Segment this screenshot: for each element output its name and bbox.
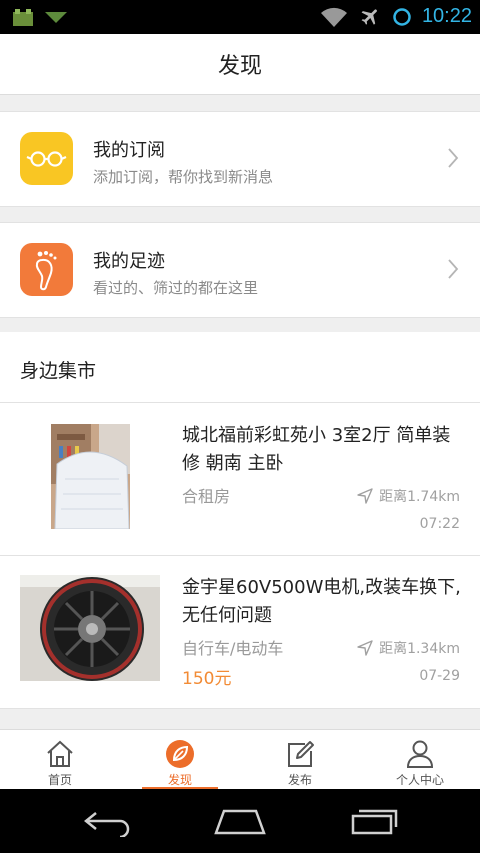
distance-text: 距离1.74km — [379, 489, 460, 505]
tab-label: 个人中心 — [395, 773, 444, 787]
clock: 10:22 — [421, 5, 472, 27]
listing-title: 金宇星60V500W电机,改装车换下,无任何问题 — [182, 577, 461, 626]
section-title: 身边集市 — [20, 360, 97, 382]
location-arrow-icon — [357, 488, 373, 504]
loading-circle-icon — [393, 7, 411, 26]
distance-text: 距离1.34km — [379, 641, 460, 657]
listing-distance: 距离1.34km — [357, 638, 460, 658]
listing-thumbnail — [20, 575, 160, 681]
listing-item[interactable]: 金宇星60V500W电机,改装车换下,无任何问题 自行车/电动车 距离1.34k… — [0, 556, 480, 709]
listing-title: 城北福前彩虹苑小 3室2厅 简单装修 朝南 主卧 — [182, 425, 451, 474]
tab-label: 发布 — [287, 773, 312, 787]
back-icon[interactable] — [82, 807, 132, 837]
user-icon — [406, 740, 434, 768]
location-arrow-icon — [357, 640, 373, 656]
status-bar: 10:22 — [0, 0, 480, 34]
tab-label: 发现 — [167, 773, 192, 787]
app-notification-icon — [13, 9, 33, 26]
listing-item[interactable]: 城北福前彩虹苑小 3室2厅 简单装修 朝南 主卧 合租房 距离1.74km 07… — [0, 403, 480, 556]
listing-distance: 距离1.74km — [357, 486, 460, 506]
tab-home[interactable]: 首页 — [0, 730, 120, 790]
bottom-tab-bar: 首页 发现 发布 个人中心 — [0, 729, 480, 790]
chevron-right-icon — [448, 259, 459, 279]
my-subscriptions-entry[interactable]: 我的订阅 添加订阅，帮你找到新消息 — [0, 111, 480, 207]
listing-time: 07:22 — [419, 516, 460, 532]
listing-price: 150元 — [182, 669, 232, 689]
leaf-icon — [166, 740, 194, 768]
footprint-icon — [20, 243, 73, 296]
listing-category: 合租房 — [182, 487, 231, 506]
system-nav-bar — [0, 789, 480, 853]
chevron-right-icon — [448, 148, 459, 168]
home-nav-icon[interactable] — [214, 807, 266, 837]
entry-subtitle: 添加订阅，帮你找到新消息 — [93, 168, 274, 186]
listing-category: 自行车/电动车 — [182, 639, 284, 658]
tab-publish[interactable]: 发布 — [240, 730, 360, 790]
my-footprints-entry[interactable]: 我的足迹 看过的、筛过的都在这里 — [0, 222, 480, 318]
tab-discover[interactable]: 发现 — [120, 730, 240, 790]
wifi-icon — [320, 7, 347, 27]
title-bar: 发现 — [0, 34, 480, 95]
download-notification-icon — [45, 12, 67, 23]
edit-icon — [288, 741, 314, 767]
tab-profile[interactable]: 个人中心 — [360, 730, 480, 790]
page-title: 发现 — [217, 54, 262, 79]
entry-title: 我的足迹 — [93, 251, 165, 272]
home-icon — [47, 740, 73, 767]
recent-apps-icon[interactable] — [350, 807, 398, 837]
nearby-market-header: 身边集市 — [0, 332, 480, 403]
entry-subtitle: 看过的、筛过的都在这里 — [93, 279, 259, 297]
listing-time: 07-29 — [419, 668, 460, 684]
entry-title: 我的订阅 — [93, 140, 165, 161]
tab-label: 首页 — [47, 773, 72, 787]
airplane-mode-icon — [361, 8, 377, 25]
glasses-icon — [20, 132, 73, 185]
listing-thumbnail — [51, 424, 130, 529]
